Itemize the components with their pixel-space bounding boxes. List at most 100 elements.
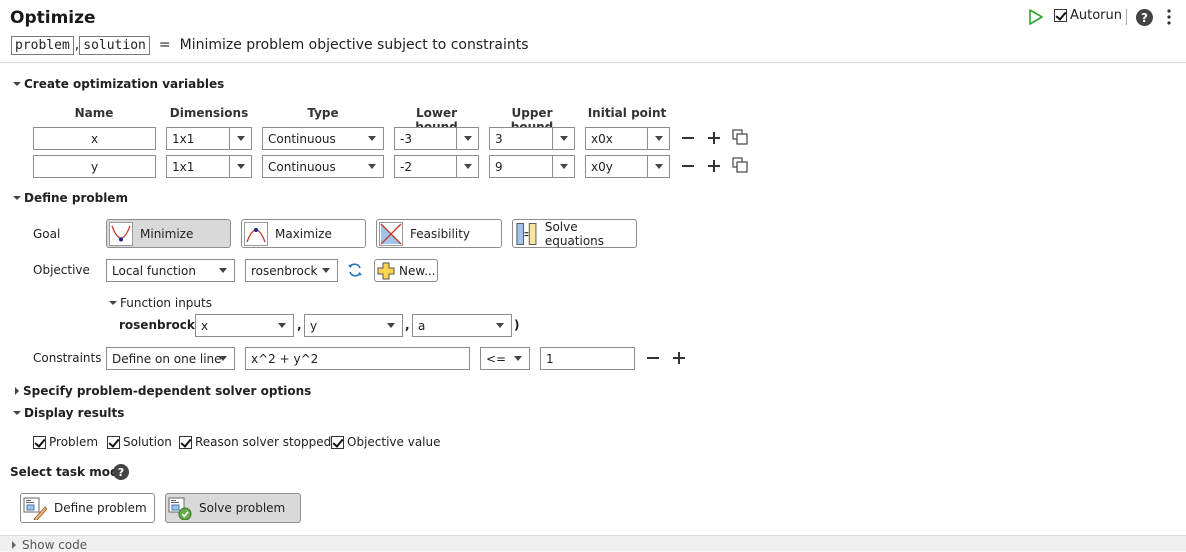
task-mode-label: Select task mode xyxy=(10,465,127,479)
output-solution-name[interactable]: solution xyxy=(79,35,150,55)
solve-equations-icon xyxy=(516,222,537,245)
autorun-checkbox[interactable] xyxy=(1054,9,1067,22)
expand-arrow-icon xyxy=(15,387,19,395)
add-constraint-button[interactable] xyxy=(671,350,687,366)
show-code-toggle[interactable]: Show code xyxy=(12,538,87,552)
goal-feasibility-button[interactable]: Feasibility xyxy=(376,219,502,248)
refresh-button[interactable] xyxy=(347,262,363,278)
section-define-problem[interactable]: Define problem xyxy=(13,191,128,205)
display-reason-option[interactable]: Reason solver stopped xyxy=(179,435,331,449)
dropdown-arrow-icon xyxy=(489,315,511,336)
display-reason-checkbox[interactable] xyxy=(179,435,192,449)
remove-variable-button[interactable] xyxy=(680,130,696,146)
more-options-button[interactable] xyxy=(1164,8,1174,26)
function-input-value: x xyxy=(201,318,209,333)
goal-minimize-label: Minimize xyxy=(140,226,194,241)
display-solution-option[interactable]: Solution xyxy=(107,435,172,449)
objective-function-dropdown[interactable]: rosenbrock xyxy=(245,259,338,282)
duplicate-variable-button[interactable] xyxy=(732,129,748,145)
dropdown-arrow-icon xyxy=(456,128,478,149)
display-reason-label: Reason solver stopped xyxy=(195,435,332,449)
goal-solve-equations-label: Solve equations xyxy=(544,219,605,248)
output-problem-name[interactable]: problem xyxy=(11,35,74,55)
goal-minimize-button[interactable]: Minimize xyxy=(106,219,231,248)
objective-function-value: rosenbrock xyxy=(251,263,318,278)
task-mode-help-button[interactable]: ? xyxy=(113,464,129,480)
new-function-button[interactable]: New... xyxy=(374,259,438,282)
refresh-icon xyxy=(348,263,362,277)
remove-variable-button[interactable] xyxy=(680,158,696,174)
upper-bound-dropdown[interactable]: 9 xyxy=(489,155,575,178)
task-title: Optimize xyxy=(10,8,96,28)
type-value: Continuous xyxy=(268,159,336,174)
function-input-dropdown[interactable]: y xyxy=(304,314,403,337)
constraint-mode-dropdown[interactable]: Define on one line xyxy=(106,347,235,370)
constraint-operator-dropdown[interactable]: <= xyxy=(480,347,530,370)
display-objective-checkbox[interactable] xyxy=(331,435,344,449)
upper-bound-value: 9 xyxy=(495,159,503,174)
autorun-toggle[interactable]: Autorun xyxy=(1054,8,1122,23)
goal-solve-equations-button[interactable]: Solve equations xyxy=(512,219,637,248)
plus-icon xyxy=(673,352,685,364)
dropdown-arrow-icon xyxy=(380,315,402,336)
function-input-dropdown[interactable]: a xyxy=(412,314,512,337)
section-solver-options-label: Specify problem-dependent solver options xyxy=(23,384,312,398)
dimensions-value: 1x1 xyxy=(172,131,195,146)
initial-point-dropdown[interactable]: x0x xyxy=(585,127,670,150)
dropdown-arrow-icon xyxy=(647,128,669,149)
dropdown-arrow-icon xyxy=(507,348,529,369)
goal-maximize-label: Maximize xyxy=(275,226,332,241)
goal-label: Goal xyxy=(33,227,61,241)
display-problem-label: Problem xyxy=(49,435,99,449)
objective-type-dropdown[interactable]: Local function xyxy=(106,259,235,282)
task-mode-define-button[interactable]: Define problem xyxy=(20,493,155,523)
remove-constraint-button[interactable] xyxy=(645,350,661,366)
section-create-variables[interactable]: Create optimization variables xyxy=(13,77,224,91)
run-button[interactable] xyxy=(1027,8,1045,26)
add-variable-button[interactable] xyxy=(706,130,722,146)
lower-bound-dropdown[interactable]: -2 xyxy=(394,155,479,178)
minus-icon xyxy=(682,137,694,139)
variable-name-input[interactable]: y xyxy=(33,155,156,178)
constraints-label: Constraints xyxy=(33,351,102,365)
dropdown-arrow-icon xyxy=(229,128,251,149)
type-dropdown[interactable]: Continuous xyxy=(262,155,384,178)
dimensions-dropdown[interactable]: 1x1 xyxy=(166,155,252,178)
constraint-operator-value: <= xyxy=(486,351,507,366)
constraint-rhs-input[interactable]: 1 xyxy=(540,347,635,370)
dropdown-arrow-icon xyxy=(361,156,383,177)
add-variable-button[interactable] xyxy=(706,158,722,174)
help-icon: ? xyxy=(1141,10,1148,25)
dimensions-dropdown[interactable]: 1x1 xyxy=(166,127,252,150)
section-solver-options[interactable]: Specify problem-dependent solver options xyxy=(15,384,311,398)
define-problem-icon xyxy=(23,497,47,520)
column-header-dimensions: Dimensions xyxy=(169,106,249,120)
task-mode-label-text: Select task mode xyxy=(10,465,127,479)
initial-point-value: x0y xyxy=(591,159,613,174)
lower-bound-dropdown[interactable]: -3 xyxy=(394,127,479,150)
constraint-expression-input[interactable]: x^2 + y^2 xyxy=(245,347,470,370)
goal-maximize-button[interactable]: Maximize xyxy=(241,219,366,248)
section-display-results[interactable]: Display results xyxy=(13,406,124,420)
initial-point-dropdown[interactable]: x0y xyxy=(585,155,670,178)
variable-name-input[interactable]: x xyxy=(33,127,156,150)
duplicate-variable-button[interactable] xyxy=(732,157,748,173)
show-code-label: Show code xyxy=(22,538,88,552)
run-icon xyxy=(1029,9,1043,25)
type-dropdown[interactable]: Continuous xyxy=(262,127,384,150)
display-objective-label: Objective value xyxy=(347,435,441,449)
function-call-close: ) xyxy=(514,318,520,332)
section-display-results-label: Display results xyxy=(24,406,125,420)
function-input-dropdown[interactable]: x xyxy=(195,314,294,337)
function-input-value: a xyxy=(418,318,426,333)
display-problem-option[interactable]: Problem xyxy=(33,435,98,449)
display-objective-option[interactable]: Objective value xyxy=(331,435,441,449)
goal-feasibility-label: Feasibility xyxy=(410,226,470,241)
help-button[interactable]: ? xyxy=(1136,9,1153,26)
upper-bound-dropdown[interactable]: 3 xyxy=(489,127,575,150)
function-inputs-toggle[interactable]: Function inputs xyxy=(109,296,212,310)
display-solution-checkbox[interactable] xyxy=(107,435,120,449)
task-mode-solve-button[interactable]: Solve problem xyxy=(165,493,301,523)
collapse-arrow-icon xyxy=(13,411,21,415)
display-problem-checkbox[interactable] xyxy=(33,435,46,449)
